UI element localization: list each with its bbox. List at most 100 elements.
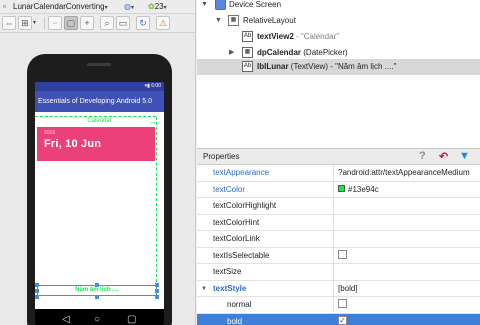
property-value[interactable]: [335, 231, 480, 247]
tree-expand-icon: ▼: [201, 1, 208, 8]
zoom-fit-icon: ⇔: [4, 18, 14, 28]
property-row[interactable]: textAppearance ?android:attr/textAppeara…: [197, 165, 480, 182]
resize-handle[interactable]: [35, 289, 39, 293]
resize-handle[interactable]: [35, 283, 39, 287]
api-level-dropdown[interactable]: ✿23▾: [148, 1, 167, 13]
theme-dropdown[interactable]: ◍▾: [124, 1, 134, 13]
checkbox[interactable]: [338, 249, 347, 259]
signal-icon: ▾▮: [144, 83, 150, 89]
lunar-textview-label: Năm âm lịch ....: [75, 287, 119, 293]
property-value[interactable]: [335, 264, 480, 280]
property-row[interactable]: textColorHighlight: [197, 198, 480, 215]
checkbox-checked[interactable]: ✓: [338, 315, 347, 325]
tree-node-label: RelativeLayout: [243, 16, 296, 25]
zoom-actual-button[interactable]: ⊞: [18, 16, 32, 30]
zoom-100-button[interactable]: ⌕: [100, 16, 114, 30]
resize-handle[interactable]: [95, 295, 99, 299]
magnifier-icon: ⌕: [104, 18, 110, 28]
calendar-textview[interactable]: Calendar: [35, 118, 164, 124]
nav-bar: ◁ ○ ▢: [35, 309, 164, 325]
config-dropdown[interactable]: LunarCalendarConverting▾: [13, 1, 108, 13]
config-dropdown-caret: ▾: [104, 5, 108, 11]
warnings-button[interactable]: ⚠: [156, 16, 170, 30]
property-value[interactable]: ?android:attr/textAppearanceMedium: [335, 165, 480, 181]
toolbar-separator: [44, 17, 45, 29]
tree-node-name: textView2: [257, 32, 294, 41]
resize-handle[interactable]: [155, 283, 159, 287]
color-value: #13e94c: [348, 184, 379, 194]
status-time: 6:00: [151, 83, 161, 89]
zoom-in-button[interactable]: +: [80, 16, 94, 30]
property-name: bold: [197, 313, 334, 325]
tree-node-name: dpCalendar: [257, 48, 302, 57]
zoom-menu-caret[interactable]: ▾: [33, 19, 36, 26]
property-row[interactable]: ▼ textStyle [bold]: [197, 280, 480, 297]
tree-node-detail: (TextView) - "Năm âm lịch ....": [290, 62, 397, 71]
tree-node-detail: - "Calendar": [296, 32, 340, 41]
api-level-label: 23: [154, 2, 164, 11]
refresh-button[interactable]: ↻: [136, 16, 150, 30]
tree-node-lbllunar[interactable]: Ab lblLunar (TextView) - "Năm âm lịch ..…: [197, 59, 480, 75]
properties-table: textAppearance ?android:attr/textAppeara…: [197, 165, 480, 325]
help-icon[interactable]: ?: [419, 150, 426, 162]
tree-expand-icon: ▼: [215, 17, 222, 24]
property-row[interactable]: textIsSelectable: [197, 247, 480, 264]
status-bar: ▾▮ 6:00: [35, 82, 164, 91]
color-swatch: [338, 184, 345, 192]
resize-handle[interactable]: [95, 283, 99, 287]
screen-icon: ▢: [66, 18, 76, 28]
zoom-screen-button[interactable]: ▢: [64, 16, 78, 30]
property-value[interactable]: [335, 215, 480, 231]
properties-header: Properties ? ↶ ▼: [197, 148, 480, 165]
tree-node-detail: (DatePicker): [303, 48, 348, 57]
design-canvas: ▾▮ 6:00 Essentials of Developing Android…: [0, 33, 195, 325]
refresh-icon: ↻: [139, 18, 147, 28]
device-screen: ▾▮ 6:00 Essentials of Developing Android…: [35, 82, 164, 309]
property-row[interactable]: textColorHint: [197, 214, 480, 231]
zoom-fit-button[interactable]: ⇔: [2, 16, 16, 30]
property-name: textSize: [197, 264, 334, 280]
date-picker-header[interactable]: 2016 Fri, 10 Jun: [37, 127, 155, 161]
tree-node-name: lblLunar: [257, 62, 289, 71]
property-name: textColorHighlight: [197, 198, 334, 214]
property-value[interactable]: [335, 198, 480, 214]
undo-icon[interactable]: ↶: [439, 150, 448, 163]
property-row[interactable]: textColorLink: [197, 231, 480, 248]
property-name: textIsSelectable: [197, 247, 334, 264]
property-value[interactable]: #13e94c: [335, 182, 480, 198]
grid-icon: ⊞: [21, 18, 29, 28]
resize-handle[interactable]: [155, 295, 159, 299]
property-row-selected[interactable]: bold ✓: [197, 313, 480, 325]
property-value[interactable]: [335, 297, 480, 313]
device-frame: ▾▮ 6:00 Essentials of Developing Android…: [27, 54, 172, 325]
device-screen-icon: [215, 0, 226, 10]
tree-node-device-screen[interactable]: ▼ Device Screen: [197, 0, 480, 13]
property-value[interactable]: ✓: [335, 314, 480, 325]
resize-handle[interactable]: [35, 295, 39, 299]
back-icon: ◁: [62, 314, 70, 325]
device-speaker: [87, 63, 111, 66]
inspector-panel: ▼ Device Screen ▼ ▦ RelativeLayout Ab te…: [197, 0, 480, 325]
property-value[interactable]: [335, 248, 480, 264]
selection-guide-right: [156, 117, 157, 282]
checkbox[interactable]: [338, 299, 347, 309]
property-row[interactable]: textSize: [197, 264, 480, 281]
zoom-in-icon: +: [84, 18, 90, 28]
tree-node-textview2[interactable]: Ab textView2 - "Calendar": [197, 29, 480, 45]
property-row[interactable]: textColor #13e94c: [197, 181, 480, 198]
fit-screen-button[interactable]: ▭: [116, 16, 130, 30]
property-row[interactable]: normal: [197, 297, 480, 314]
zoom-out-button[interactable]: −: [48, 16, 62, 30]
tree-node-relative-layout[interactable]: ▼ ▦ RelativeLayout: [197, 13, 480, 29]
android-icon: ✿: [148, 2, 155, 11]
property-name: normal: [197, 297, 334, 313]
property-value[interactable]: [bold]: [335, 281, 480, 297]
layout-file-icon: ▫: [3, 2, 6, 11]
resize-handle[interactable]: [155, 289, 159, 293]
property-name: textStyle: [197, 280, 334, 297]
component-tree: ▼ Device Screen ▼ ▦ RelativeLayout Ab te…: [197, 0, 480, 148]
globe-icon: ◍: [124, 2, 131, 11]
filter-icon[interactable]: ▼: [459, 150, 470, 162]
property-name: textAppearance: [197, 165, 334, 181]
date-picker-date: Fri, 10 Jun: [44, 138, 102, 150]
